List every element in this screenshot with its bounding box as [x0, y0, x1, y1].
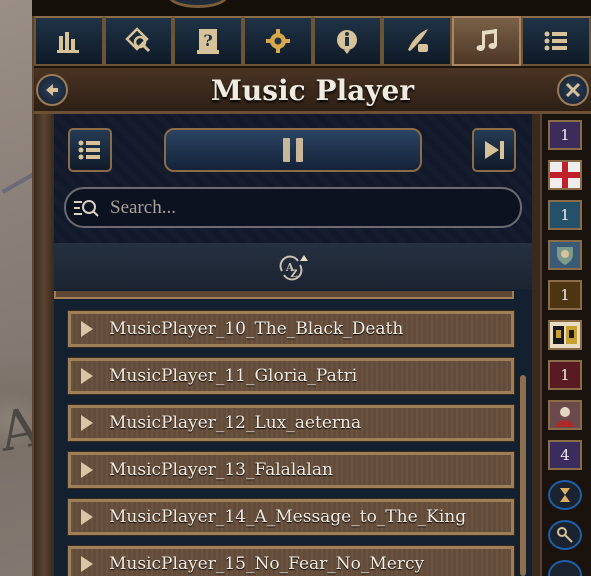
tab-search-map[interactable] [103, 16, 174, 66]
hourglass-icon[interactable] [548, 480, 582, 510]
badge-count[interactable]: 1 [548, 200, 582, 230]
search-icon [74, 199, 99, 217]
badge-count[interactable]: 1 [548, 120, 582, 150]
track-label: MusicPlayer_10_The_Black_Death [109, 319, 404, 339]
track-item[interactable]: MusicPlayer_14_A_Message_to_The_King [67, 498, 515, 536]
info-icon [337, 30, 358, 54]
track-item[interactable]: MusicPlayer_11_Gloria_Patri [67, 357, 515, 395]
play-icon[interactable] [81, 321, 93, 337]
question-scroll-icon: ? [197, 29, 220, 54]
tab-info[interactable] [312, 16, 383, 66]
top-rim [32, 0, 591, 16]
svg-text:Z: Z [290, 269, 297, 280]
map-search-icon [125, 27, 151, 53]
track-item[interactable]: MusicPlayer_15_No_Fear_No_Mercy [67, 545, 515, 576]
pause-icon-bar [296, 138, 303, 162]
skip-next-icon [485, 141, 504, 159]
tab-ledger[interactable] [34, 16, 104, 66]
track-label: MusicPlayer_13_Falalalan [109, 460, 333, 480]
play-icon[interactable] [81, 462, 93, 478]
badge-count[interactable]: 4 [548, 440, 582, 470]
quill-ink-icon [407, 29, 428, 52]
sort-bar: AZ [54, 243, 532, 289]
next-track-button[interactable] [472, 128, 516, 172]
svg-text:?: ? [203, 31, 212, 50]
search-input[interactable] [110, 196, 490, 219]
tab-bar: ? [34, 16, 591, 66]
play-icon[interactable] [81, 368, 93, 384]
close-icon [565, 82, 581, 98]
character-portrait-icon[interactable] [548, 400, 582, 430]
tab-help[interactable]: ? [173, 16, 243, 66]
coat-of-arms-icon[interactable] [548, 320, 582, 350]
track-item[interactable]: MusicPlayer_13_Falalalan [67, 451, 515, 489]
track-item[interactable]: MusicPlayer_12_Lux_aeterna [67, 404, 515, 442]
right-frame [532, 114, 540, 576]
sort-alpha-icon[interactable]: AZ [276, 251, 310, 281]
play-icon[interactable] [81, 556, 93, 572]
track-label: MusicPlayer_14_A_Message_to_The_King [109, 507, 467, 527]
tab-music[interactable] [451, 16, 522, 66]
left-frame [34, 114, 54, 576]
right-sidebar: 1 1 1 1 4 [540, 114, 591, 576]
badge-count[interactable]: 1 [548, 360, 582, 390]
play-icon[interactable] [81, 415, 93, 431]
close-button[interactable] [557, 74, 589, 106]
badge-count[interactable]: 1 [548, 280, 582, 310]
tab-menu[interactable] [521, 16, 591, 66]
pause-button[interactable] [164, 128, 422, 172]
gear-icon [265, 29, 290, 53]
flag-cross-icon[interactable] [548, 160, 582, 190]
playlist-button[interactable] [68, 128, 112, 172]
shield-icon[interactable] [548, 240, 582, 270]
tab-settings[interactable] [242, 16, 313, 66]
title-bar: Music Player [34, 66, 591, 114]
track-label: MusicPlayer_15_No_Fear_No_Mercy [109, 554, 425, 574]
music-note-icon [476, 29, 497, 51]
track-label: MusicPlayer_11_Gloria_Patri [109, 366, 358, 386]
track-label: MusicPlayer_12_Lux_aeterna [109, 413, 362, 433]
window-title: Music Player [210, 74, 415, 107]
list-icon [78, 140, 100, 160]
pause-icon [283, 138, 290, 162]
track-list: MusicPlayer_10_The_Black_Death MusicPlay… [54, 289, 532, 576]
track-list-top-edge [54, 291, 514, 299]
play-icon[interactable] [81, 509, 93, 525]
scrollbar[interactable] [520, 375, 526, 576]
tab-quill[interactable] [382, 16, 452, 66]
list-icon [544, 31, 568, 51]
key-icon[interactable] [548, 520, 582, 550]
extra-sidebar-icon[interactable] [548, 560, 582, 576]
track-item[interactable]: MusicPlayer_10_The_Black_Death [67, 310, 515, 348]
search-box[interactable] [64, 187, 522, 228]
bar-chart-icon [56, 32, 79, 53]
